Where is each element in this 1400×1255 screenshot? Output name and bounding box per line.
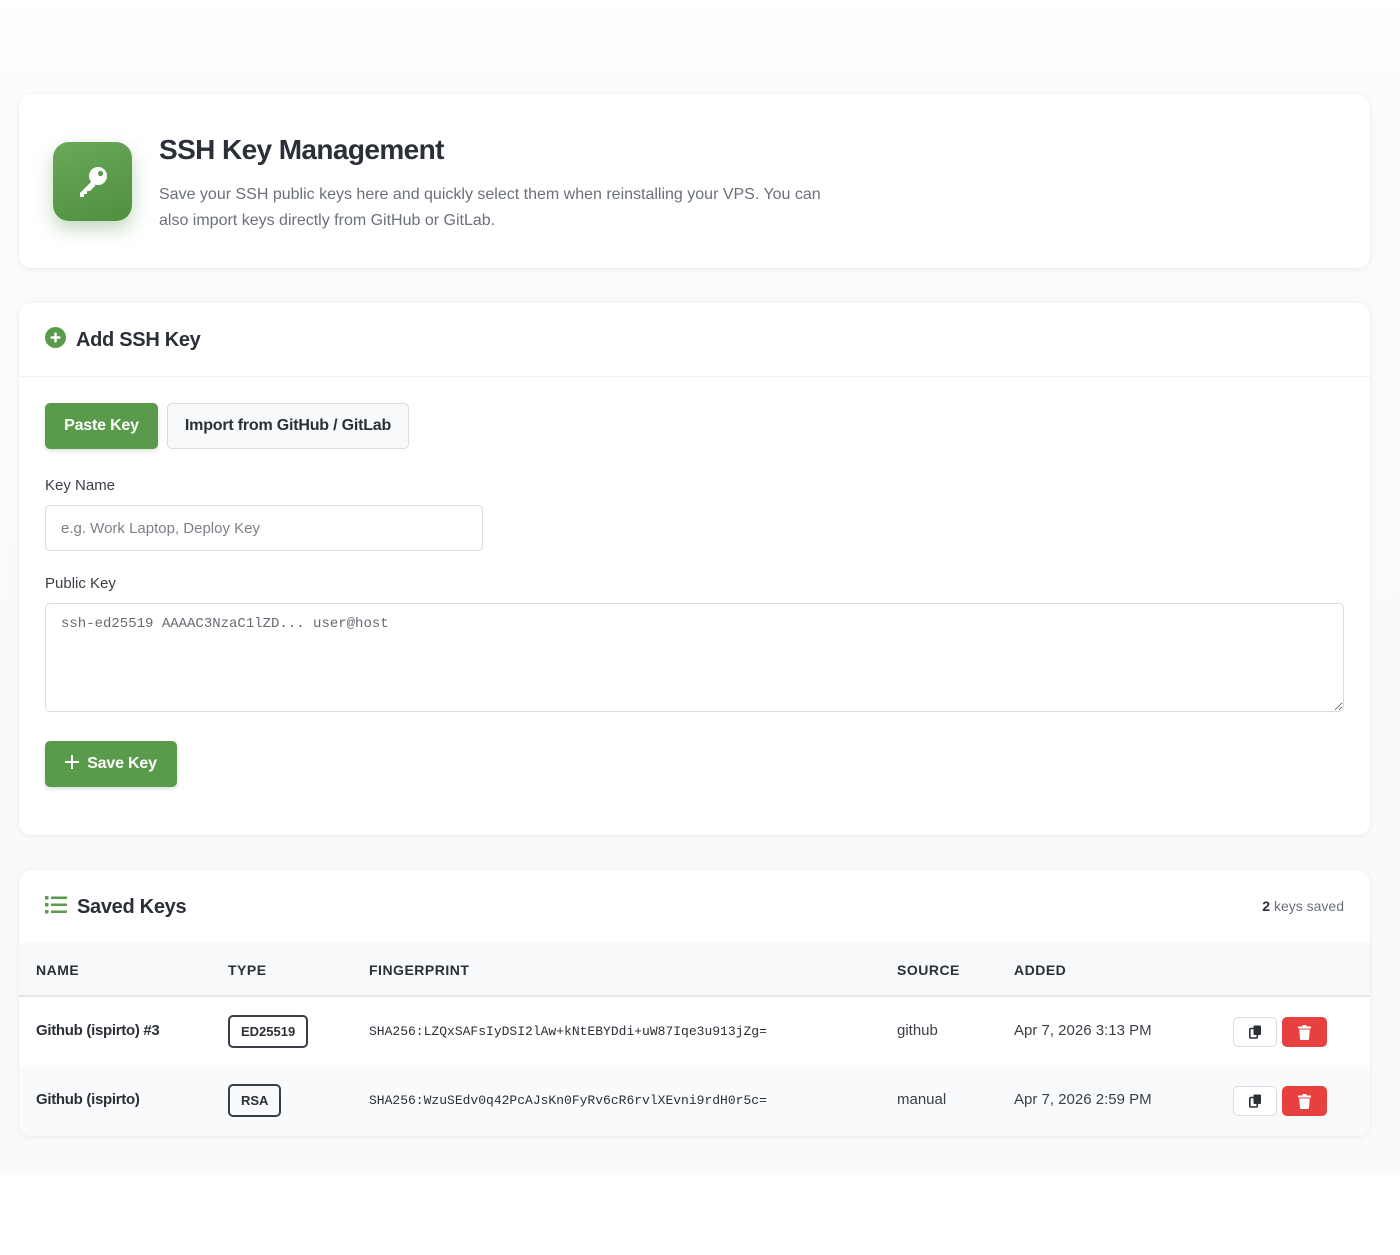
column-fingerprint: FINGERPRINT: [369, 962, 470, 978]
save-key-label: Save Key: [87, 755, 157, 772]
key-added-date: Apr 7, 2026 3:13 PM: [1014, 1022, 1152, 1039]
header-card: SSH Key Management Save your SSH public …: [19, 94, 1370, 268]
plus-circle-icon: [45, 327, 66, 353]
table-row: Github (ispirto) #3 ED25519 SHA256:LZQxS…: [19, 998, 1370, 1067]
list-icon: [45, 895, 67, 919]
key-type-badge: RSA: [228, 1084, 282, 1117]
key-fingerprint: SHA256:LZQxSAFsIyDSI2lAw+kNtEBYDdi+uW87I…: [369, 1024, 767, 1039]
key-name-label: Key Name: [45, 477, 116, 494]
add-key-header: Add SSH Key: [45, 327, 201, 353]
key-name-input[interactable]: [45, 505, 483, 551]
copy-icon: [1248, 1094, 1261, 1108]
tab-import-github-gitlab[interactable]: Import from GitHub / GitLab: [167, 403, 409, 449]
copy-key-button[interactable]: [1233, 1017, 1277, 1047]
add-key-card: Add SSH Key Paste Key Import from GitHub…: [19, 303, 1370, 835]
saved-keys-header: Saved Keys: [45, 894, 187, 920]
tab-paste-key[interactable]: Paste Key: [45, 403, 158, 449]
column-source: SOURCE: [897, 962, 960, 978]
key-fingerprint: SHA256:WzuSEdv0q42PcAJsKn0FyRv6cR6rvlXEv…: [369, 1093, 767, 1108]
trash-icon: [1298, 1024, 1311, 1040]
copy-icon: [1248, 1025, 1261, 1039]
keys-count: 2 keys saved: [1262, 898, 1344, 914]
key-icon: [53, 142, 132, 221]
saved-keys-card: Saved Keys 2 keys saved NAME TYPE FINGER…: [19, 870, 1370, 1136]
page-title: SSH Key Management: [159, 134, 444, 165]
key-name: Github (ispirto) #3: [36, 1022, 160, 1039]
column-type: TYPE: [228, 962, 267, 978]
saved-keys-title: Saved Keys: [77, 895, 187, 918]
delete-key-button[interactable]: [1282, 1017, 1327, 1047]
column-added: ADDED: [1014, 962, 1067, 978]
keys-count-number: 2: [1262, 898, 1271, 914]
key-source: manual: [897, 1091, 947, 1108]
table-header: NAME TYPE FINGERPRINT SOURCE ADDED: [19, 943, 1370, 997]
delete-key-button[interactable]: [1282, 1086, 1327, 1116]
save-key-button[interactable]: Save Key: [45, 741, 177, 787]
key-source: github: [897, 1022, 938, 1039]
plus-icon: [65, 754, 80, 774]
column-name: NAME: [36, 962, 80, 978]
key-added-date: Apr 7, 2026 2:59 PM: [1014, 1091, 1152, 1108]
public-key-textarea[interactable]: [45, 603, 1344, 712]
table-row: Github (ispirto) RSA SHA256:WzuSEdv0q42P…: [19, 1067, 1370, 1136]
trash-icon: [1298, 1093, 1311, 1109]
key-type-badge: ED25519: [228, 1015, 309, 1048]
copy-key-button[interactable]: [1233, 1086, 1277, 1116]
key-name: Github (ispirto): [36, 1091, 140, 1108]
public-key-label: Public Key: [45, 575, 116, 592]
page-description: Save your SSH public keys here and quick…: [159, 186, 821, 229]
section-divider: [19, 376, 1370, 377]
keys-count-suffix: keys saved: [1270, 898, 1344, 914]
add-key-title: Add SSH Key: [76, 328, 201, 351]
